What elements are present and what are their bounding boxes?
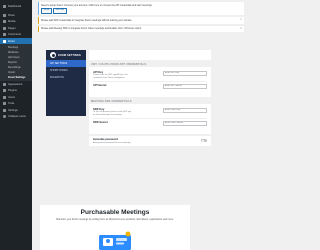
sdk-card: SDK Key To Join via browser please creat… xyxy=(89,104,211,134)
settings-icon xyxy=(3,108,6,112)
page-icon xyxy=(3,26,6,30)
user-icon xyxy=(3,95,6,99)
sdk-secret-input[interactable] xyxy=(163,120,207,126)
submenu-zoom-settings[interactable]: Zoom Settings xyxy=(0,75,32,80)
not-now-button[interactable]: Not Now xyxy=(53,7,67,14)
generate-password-toggle[interactable] xyxy=(201,139,207,142)
meeting-illustration-icon xyxy=(99,231,131,250)
comment-icon xyxy=(3,33,6,37)
dismiss-icon[interactable]: × xyxy=(240,18,242,21)
nav-shortcodes[interactable]: SHORTCODES xyxy=(46,67,86,74)
main-content: Need to setup Zoom! Connect your account… xyxy=(34,0,248,32)
meeting-sdk-notice-text: Please add Meeting SDK to integrate Zoom… xyxy=(41,27,142,31)
settings-panel: ZOOM SETTINGS API SETTINGS SHORTCODES MI… xyxy=(46,50,216,220)
generate-card: Generate password Auto generate password… xyxy=(89,136,211,146)
menu-collapse[interactable]: Collapse menu xyxy=(0,113,32,119)
settings-nav: ZOOM SETTINGS API SETTINGS SHORTCODES MI… xyxy=(46,50,86,116)
jwt-card: API Key Please enter the JWT app API key… xyxy=(89,67,211,97)
api-secret-label: API Secret xyxy=(93,83,107,87)
settings-topbar xyxy=(89,50,211,60)
sdk-key-hint: To Join via browser please create SDK ap… xyxy=(93,111,132,116)
sdk-key-input[interactable] xyxy=(163,107,207,113)
api-key-hint: Please enter the JWT app API key. Get cr… xyxy=(93,74,128,79)
zoom-logo-icon xyxy=(50,52,56,58)
settings-app-title: ZOOM SETTINGS xyxy=(58,53,81,57)
admin-sidebar: Dashboard Posts Media Pages Comments Zoo… xyxy=(0,0,32,250)
sdk-secret-row: SDK Secret xyxy=(93,119,207,132)
api-key-input[interactable] xyxy=(163,70,207,76)
api-secret-input[interactable] xyxy=(163,83,207,89)
wrench-icon xyxy=(3,102,6,106)
sdk-key-row: SDK Key To Join via browser please creat… xyxy=(93,106,207,119)
setup-notice: Need to setup Zoom! Connect your account… xyxy=(38,2,244,16)
api-key-row: API Key Please enter the JWT app API key… xyxy=(93,69,207,82)
plugin-icon xyxy=(3,89,6,93)
dismiss-icon[interactable]: × xyxy=(240,26,242,30)
nav-migration[interactable]: MIGRATION xyxy=(46,74,86,81)
promo-banner: Purchasable Meetings Monetize your Zoom … xyxy=(40,205,190,250)
setup-button[interactable]: Setup xyxy=(41,7,52,14)
media-icon xyxy=(3,20,6,24)
zoom-submenu: Meetings Webinars Add Users Reports Reco… xyxy=(0,44,32,82)
setup-notice-text: Need to setup Zoom! Connect your account… xyxy=(41,3,153,7)
generate-password-hint: Auto generate password for new meetings. xyxy=(93,141,132,144)
promo-title: Purchasable Meetings xyxy=(80,209,150,216)
dashboard-icon xyxy=(3,4,6,8)
nav-api-settings[interactable]: API SETTINGS xyxy=(46,60,86,67)
sdk-secret-label: SDK Secret xyxy=(93,120,108,124)
api-secret-row: API Secret xyxy=(93,82,207,95)
brush-icon xyxy=(3,83,6,87)
sdk-notice: Please add SDK Credentials to integrate … xyxy=(38,17,244,24)
pin-icon xyxy=(3,14,6,18)
sdk-notice-text: Please add SDK Credentials to integrate … xyxy=(41,18,133,22)
promo-subtitle: Monetize your Zoom meetings by selling t… xyxy=(56,217,174,221)
collapse-icon xyxy=(3,114,6,118)
video-icon xyxy=(3,39,6,43)
meeting-sdk-notice: Please add Meeting SDK to integrate Zoom… xyxy=(38,25,244,32)
settings-main: JWT / OAUTH ZOOM APP CREDENTIALS API Key… xyxy=(89,50,211,220)
